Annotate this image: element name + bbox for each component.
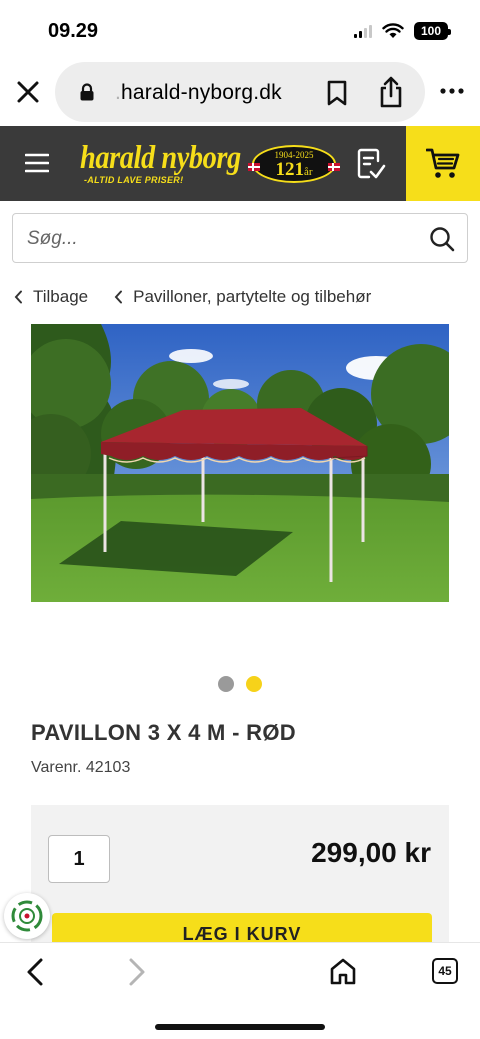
site-logo[interactable]: harald nyborg -ALTID LAVE PRISER! 1904-2… (80, 140, 345, 188)
flag-right-icon (328, 163, 340, 171)
url-field[interactable]: .harald-nyborg.dk (55, 62, 425, 122)
url-domain: harald-nyborg.dk (121, 81, 282, 104)
search-input[interactable] (27, 226, 407, 252)
flag-left-icon (248, 163, 260, 171)
trust-badge-widget[interactable] (4, 893, 50, 939)
close-icon[interactable] (14, 78, 42, 106)
lock-icon (80, 83, 94, 101)
product-image[interactable] (31, 324, 449, 602)
logo-name: harald nyborg (80, 140, 241, 176)
anniversary-count: 121år (275, 159, 313, 180)
search-icon[interactable] (429, 226, 455, 252)
home-indicator (155, 1024, 325, 1030)
buy-box: 1 299,00 kr LÆG I KURV (31, 805, 449, 965)
cart-icon (426, 148, 460, 178)
chevron-left-icon[interactable] (24, 957, 46, 987)
status-bar: 09.29 100 (0, 0, 480, 60)
carousel-dot[interactable] (218, 676, 234, 692)
logo-tagline: -ALTID LAVE PRISER! (84, 175, 184, 185)
category-link[interactable]: Pavilloner, partytelte og tilbehør (114, 287, 371, 307)
trust-badge-icon (11, 900, 43, 932)
site-header: harald nyborg -ALTID LAVE PRISER! 1904-2… (0, 126, 480, 201)
product-title: PAVILLON 3 X 4 M - RØD (31, 720, 296, 745)
quantity-field[interactable]: 1 (48, 835, 110, 883)
product-price: 299,00 kr (311, 837, 431, 868)
share-icon[interactable] (377, 76, 405, 108)
back-link[interactable]: Tilbage (14, 287, 88, 307)
status-time: 09.29 (48, 20, 99, 42)
browser-address-bar: .harald-nyborg.dk (0, 60, 480, 126)
carousel-dots (218, 676, 262, 692)
battery-icon: 100 (414, 22, 451, 40)
product-sku: Varenr. 42103 (31, 759, 131, 776)
signal-icon (354, 24, 372, 38)
shopping-list-icon[interactable] (356, 148, 386, 180)
back-link-label: Tilbage (33, 287, 89, 306)
cart-button[interactable] (406, 126, 480, 201)
bookmark-icon[interactable] (326, 80, 348, 106)
home-icon[interactable] (329, 957, 357, 985)
category-link-label: Pavilloner, partytelte og tilbehør (133, 287, 372, 306)
breadcrumb: Tilbage Pavilloner, partytelte og tilbeh… (14, 287, 371, 307)
tabs-icon[interactable]: 45 (432, 958, 458, 984)
chevron-right-icon[interactable] (126, 957, 148, 987)
wifi-icon (382, 23, 404, 38)
browser-toolbar: 45 (0, 942, 480, 1039)
chevron-left-icon (14, 290, 22, 304)
carousel-dot-active[interactable] (246, 676, 262, 692)
status-icons: 100 (354, 22, 451, 40)
search-box (12, 213, 468, 263)
anniversary-badge: 1904-2025 121år (248, 145, 340, 183)
chevron-left-icon (114, 290, 123, 304)
url-text: .harald-nyborg.dk (115, 81, 282, 105)
add-to-cart-label: LÆG I KURV (182, 924, 302, 944)
more-icon[interactable] (440, 86, 464, 96)
menu-icon[interactable] (25, 153, 49, 173)
